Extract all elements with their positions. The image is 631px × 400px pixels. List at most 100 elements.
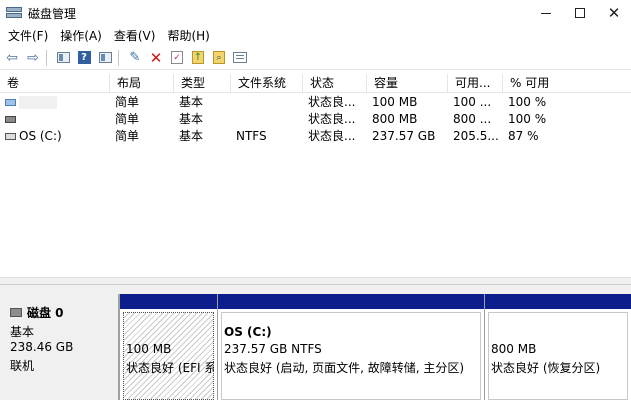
partition-body <box>488 312 628 400</box>
column-header-percent-free[interactable]: % 可用 <box>503 74 631 93</box>
folder-search-icon: ⌕ <box>213 51 225 64</box>
disk-name: 磁盘 0 <box>27 306 64 320</box>
forward-button[interactable]: ⇨ <box>24 49 42 67</box>
properties-pane-icon <box>98 52 112 63</box>
cell-status: 状态良... <box>308 95 356 109</box>
partition-size: 800 MB <box>491 342 537 356</box>
cell-volume <box>0 111 110 128</box>
maximize-button[interactable] <box>563 0 597 26</box>
cell-capacity: 237.57 GB <box>372 129 436 143</box>
partition-body <box>123 312 214 400</box>
column-header-capacity[interactable]: 容量 <box>367 74 448 93</box>
cell-layout: 简单 <box>115 129 140 143</box>
cell-free: 205.5... <box>453 129 499 143</box>
cell-filesystem <box>236 111 302 128</box>
menu-file[interactable]: 文件(F) <box>0 26 54 46</box>
folder-up-button[interactable]: ↑ <box>189 49 207 67</box>
pane-splitter[interactable] <box>0 277 631 285</box>
cell-free: 800 ... <box>453 112 492 126</box>
window-title: 磁盘管理 <box>28 6 77 21</box>
cell-volume <box>0 94 110 111</box>
partition-status: 状态良好 (恢复分区) <box>491 361 601 375</box>
partition-os-c[interactable]: OS (C:) 237.57 GB NTFS 状态良好 (启动, 页面文件, 故… <box>217 294 484 400</box>
minimize-icon <box>541 12 551 14</box>
disk-title: 磁盘 0 <box>10 304 64 321</box>
column-header-filesystem[interactable]: 文件系统 <box>231 74 303 93</box>
disk-icon <box>10 308 22 317</box>
column-header-layout[interactable]: 布局 <box>110 74 174 93</box>
cell-type: 基本 <box>179 95 204 109</box>
table-header: 卷 布局 类型 文件系统 状态 容量 可用... % 可用 <box>0 74 631 93</box>
disk-status: 联机 <box>10 359 35 373</box>
cell-filesystem <box>236 94 302 111</box>
back-arrow-icon: ⇦ <box>6 49 18 66</box>
checklist-icon: ✓ <box>171 51 183 64</box>
table-row[interactable]: 简单 基本 状态良... 100 MB 100 ... 100 % <box>0 94 631 111</box>
partition-status: 状态良好 (启动, 页面文件, 故障转储, 主分区) <box>224 361 465 375</box>
properties-pane-button[interactable] <box>96 49 114 67</box>
partition-status: 状态良好 (EFI 系 <box>126 361 214 375</box>
list-view-icon <box>233 52 247 63</box>
partition-header-band <box>120 294 217 309</box>
disk-info-panel[interactable]: 磁盘 0 基本 238.46 GB 联机 <box>4 294 119 400</box>
cell-filesystem: NTFS <box>236 129 267 143</box>
partition-title: OS (C:) <box>224 325 272 339</box>
menu-view[interactable]: 查看(V) <box>108 26 162 46</box>
console-tree-icon <box>56 52 70 63</box>
column-header-volume[interactable]: 卷 <box>0 74 110 93</box>
toolbar: ⇦ ⇨ ? ✎ ✕ ✓ ↑ ⌕ <box>0 46 631 70</box>
cell-volume: OS (C:) <box>19 129 62 143</box>
disk-size: 238.46 GB <box>10 340 74 354</box>
menu-help[interactable]: 帮助(H) <box>161 26 215 46</box>
menu-action[interactable]: 操作(A) <box>54 26 108 46</box>
console-tree-button[interactable] <box>54 49 72 67</box>
partition-recovery[interactable]: 800 MB 状态良好 (恢复分区) <box>484 294 631 400</box>
list-view-button[interactable] <box>231 49 249 67</box>
disk-management-icon <box>6 7 22 19</box>
folder-search-button[interactable]: ⌕ <box>210 49 228 67</box>
checklist-button[interactable]: ✓ <box>168 49 186 67</box>
cell-type: 基本 <box>179 129 204 143</box>
table-row[interactable]: OS (C:) 简单 基本 NTFS 状态良... 237.57 GB 205.… <box>0 128 631 145</box>
cell-layout: 简单 <box>115 95 140 109</box>
forward-arrow-icon: ⇨ <box>27 49 39 66</box>
cell-percent-free: 100 % <box>508 95 547 109</box>
back-button[interactable]: ⇦ <box>3 49 21 67</box>
close-icon: ✕ <box>607 4 621 22</box>
connect-button[interactable]: ✎ <box>126 49 144 67</box>
column-header-free[interactable]: 可用... <box>448 74 503 93</box>
table-row[interactable]: 简单 基本 状态良... 800 MB 800 ... 100 % <box>0 111 631 128</box>
help-icon: ? <box>77 51 91 64</box>
cell-layout: 简单 <box>115 112 140 126</box>
folder-up-icon: ↑ <box>192 51 204 64</box>
maximize-icon <box>575 8 585 18</box>
cell-type: 基本 <box>179 112 204 126</box>
disk-type: 基本 <box>10 325 35 339</box>
help-button[interactable]: ? <box>75 49 93 67</box>
connect-icon: ✎ <box>129 50 141 65</box>
toolbar-separator <box>118 49 119 66</box>
close-button[interactable]: ✕ <box>597 0 631 26</box>
partition-efi[interactable]: 100 MB 状态良好 (EFI 系 <box>119 294 217 400</box>
volume-table: 卷 布局 类型 文件系统 状态 容量 可用... % 可用 简单 基本 状态良.… <box>0 74 631 277</box>
delete-icon: ✕ <box>149 48 163 67</box>
cell-status: 状态良... <box>308 129 356 143</box>
partition-header-band <box>218 294 484 309</box>
cell-status: 状态良... <box>308 112 356 126</box>
partition-header-band <box>485 294 631 309</box>
cell-capacity: 800 MB <box>372 112 418 126</box>
window-controls: ✕ <box>529 0 631 26</box>
menu-bar: 文件(F) 操作(A) 查看(V) 帮助(H) <box>0 26 631 46</box>
column-header-status[interactable]: 状态 <box>303 74 367 93</box>
partition-size: 100 MB <box>126 342 172 356</box>
title-bar: 磁盘管理 ✕ <box>0 0 631 26</box>
cell-percent-free: 87 % <box>508 129 539 143</box>
cell-percent-free: 100 % <box>508 112 547 126</box>
cell-capacity: 100 MB <box>372 95 418 109</box>
cell-free: 100 ... <box>453 95 492 109</box>
toolbar-separator <box>46 49 47 66</box>
delete-button[interactable]: ✕ <box>147 49 165 67</box>
column-header-type[interactable]: 类型 <box>174 74 231 93</box>
minimize-button[interactable] <box>529 0 563 26</box>
disk-graphical-view: 磁盘 0 基本 238.46 GB 联机 100 MB 状态良好 (EFI 系 … <box>0 285 631 400</box>
